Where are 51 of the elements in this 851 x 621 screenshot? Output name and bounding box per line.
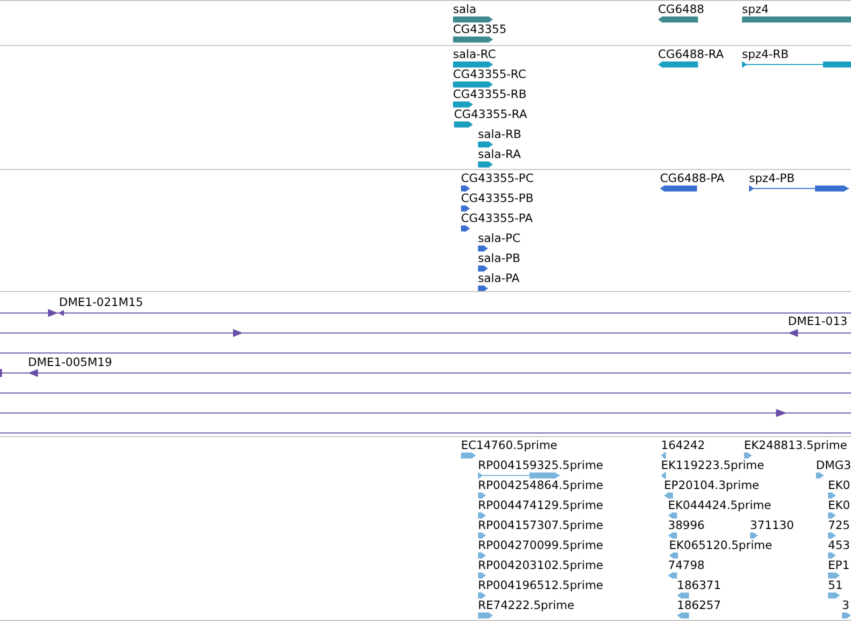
feature-label: 74798	[668, 558, 705, 572]
feature-label: EK0	[828, 498, 850, 512]
feature-label: EK119223.5prime	[661, 458, 764, 472]
feature-label: CG6488-RA	[658, 47, 724, 61]
feature-label: CG43355-PA	[461, 211, 533, 225]
feature-label: DME1-005M19	[28, 355, 112, 369]
feature-label: sala-RC	[453, 47, 496, 61]
feature-label: spz4-RB	[742, 47, 789, 61]
feature-label: sala-PC	[478, 231, 520, 245]
feature-label: EP1	[828, 558, 850, 572]
feature-label: CG6488-PA	[660, 171, 724, 185]
feature-label: CG43355-RB	[453, 87, 527, 101]
feature-label: EP20104.3prime	[664, 478, 760, 492]
feature-label: CG43355-PB	[461, 191, 534, 205]
feature-label: sala-RA	[478, 147, 521, 161]
feature-label: 186371	[677, 578, 721, 592]
feature-label: sala-PA	[478, 271, 520, 285]
feature-label: EK044424.5prime	[668, 498, 772, 512]
feature-label: RP004203102.5prime	[478, 558, 604, 572]
feature-label: EK248813.5prime	[744, 438, 848, 452]
feature-label: RE74222.5prime	[478, 598, 574, 612]
feature-label: CG6488	[658, 2, 704, 16]
feature-label: sala	[453, 2, 476, 16]
feature-label: spz4	[742, 2, 769, 16]
feature-label: DME1-021M15	[59, 295, 144, 309]
feature-label: 51	[828, 578, 843, 592]
feature-label: 164242	[661, 438, 705, 452]
feature-label: EC14760.5prime	[461, 438, 558, 452]
feature-label: spz4-PB	[749, 171, 795, 185]
feature-label: RP004474129.5prime	[478, 498, 604, 512]
feature-label: DMG3	[816, 458, 851, 472]
feature-label: RP004270099.5prime	[478, 538, 604, 552]
feature-label: EK0	[828, 478, 850, 492]
feature-label: 186257	[677, 598, 721, 612]
feature-label: 725	[828, 518, 850, 532]
feature-label: 371130	[750, 518, 794, 532]
feature-label: 3	[842, 598, 850, 612]
feature-label: RP004159325.5prime	[478, 458, 604, 472]
feature-label: EK065120.5prime	[669, 538, 772, 552]
feature-label: CG43355-PC	[461, 171, 534, 185]
feature-label: RP004196512.5prime	[478, 578, 604, 592]
feature-label: 38996	[668, 518, 705, 532]
feature-label: sala-RB	[478, 127, 522, 141]
feature-label: CG43355	[453, 22, 507, 36]
feature-label: CG43355-RC	[453, 67, 526, 81]
feature-label: CG43355-RA	[454, 107, 528, 121]
feature-label: RP004254864.5prime	[478, 478, 604, 492]
feature-label: sala-PB	[478, 251, 520, 265]
feature-label: 453	[828, 538, 850, 552]
feature-label: DME1-013	[788, 314, 848, 328]
feature-label: RP004157307.5prime	[478, 518, 604, 532]
